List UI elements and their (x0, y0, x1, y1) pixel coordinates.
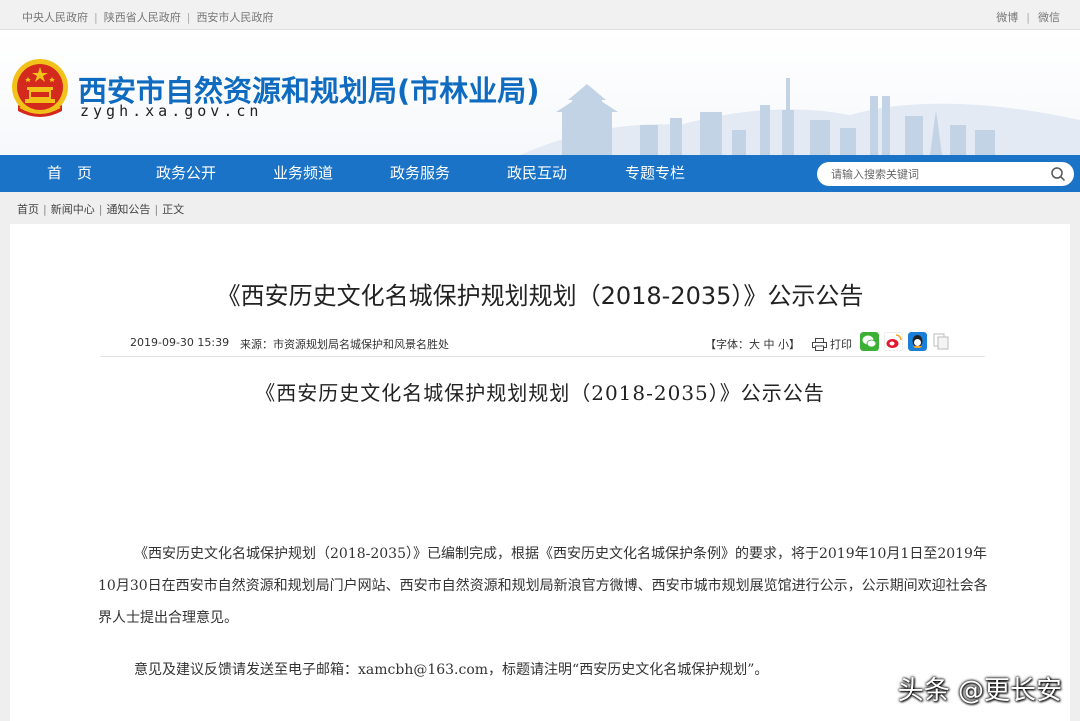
article-source: 来源：市资源规划局名城保护和风景名胜处 (240, 338, 449, 351)
nav-item-business[interactable]: 业务频道 (273, 155, 333, 192)
separator: | (43, 202, 47, 216)
separator: | (154, 202, 159, 216)
font-size-large-button[interactable]: 大 (749, 338, 760, 351)
nav-item-home[interactable]: 首 页 (47, 155, 92, 192)
weibo-share-icon[interactable] (884, 332, 903, 351)
article-paragraph: 意见及建议反馈请发送至电子邮箱：xamcbh@163.com，标题请注明“西安历… (134, 662, 769, 678)
printer-icon (812, 337, 827, 351)
breadcrumb-current: 正文 (162, 203, 185, 216)
nav-item-interaction[interactable]: 政民互动 (507, 155, 567, 192)
share-buttons (860, 332, 956, 351)
city-skyline-illustration (520, 78, 1080, 155)
nav-item-services[interactable]: 政务服务 (390, 155, 450, 192)
search-input[interactable] (831, 165, 1041, 183)
font-size-small-button[interactable]: 小 (778, 338, 789, 351)
separator: | (98, 202, 103, 216)
site-header: 西安市自然资源和规划局(市林业局) zygh.xa.gov.cn (0, 30, 1080, 155)
top-utility-bar: 中央人民政府 | 陕西省人民政府 | 西安市人民政府 微博 | 微信 (0, 0, 1080, 30)
article-meta: 2019-09-30 15:39 来源：市资源规划局名城保护和风景名胜处 【字体… (100, 327, 985, 357)
font-size-close: 】 (789, 338, 800, 351)
wechat-share-icon[interactable] (860, 332, 879, 351)
breadcrumb-notices[interactable]: 通知公告 (106, 201, 150, 217)
site-domain: zygh.xa.gov.cn (80, 102, 263, 120)
link-shaanxi-gov[interactable]: 陕西省人民政府 (104, 9, 181, 25)
link-xian-gov[interactable]: 西安市人民政府 (196, 9, 273, 25)
font-size-label: 【字体： (705, 338, 749, 351)
breadcrumb-home[interactable]: 首页 (17, 201, 39, 217)
national-emblem-icon[interactable] (10, 57, 70, 123)
social-links: 微博 | 微信 (996, 9, 1060, 25)
print-button[interactable]: 打印 (812, 336, 852, 352)
main-nav: 首 页 政务公开 业务频道 政务服务 政民互动 专题专栏 (0, 155, 1080, 192)
font-size-medium-button[interactable]: 中 (764, 338, 775, 351)
publish-date: 2019-09-30 15:39 (130, 336, 230, 349)
nav-item-topics[interactable]: 专题专栏 (625, 155, 685, 192)
qq-share-icon[interactable] (908, 332, 927, 351)
breadcrumb-news[interactable]: 新闻中心 (51, 201, 95, 217)
watermark: 头条 @更长安 (897, 676, 1062, 706)
separator: | (1026, 10, 1030, 24)
copy-link-icon[interactable] (932, 332, 951, 351)
nav-item-gov-affairs[interactable]: 政务公开 (156, 155, 216, 192)
link-weibo[interactable]: 微博 (996, 9, 1018, 25)
link-central-gov[interactable]: 中央人民政府 (22, 9, 88, 25)
font-size-switcher: 【字体：大 中 小】 (705, 336, 800, 352)
separator: | (186, 10, 191, 24)
print-label: 打印 (830, 338, 852, 351)
article-title: 《西安历史文化名城保护规划规划（2018-2035）》公示公告 (216, 282, 864, 310)
article-subtitle: 《西安历史文化名城保护规划规划（2018-2035）》公示公告 (255, 381, 825, 405)
separator: | (94, 10, 98, 24)
article-paragraph: 《西安历史文化名城保护规划（2018-2035）》已编制完成，根据《西安历史文化… (98, 546, 988, 626)
search-icon[interactable] (1050, 166, 1066, 182)
article-container: 《西安历史文化名城保护规划规划（2018-2035）》公示公告 2019-09-… (10, 224, 1070, 721)
breadcrumb: 首页 | 新闻中心 | 通知公告 | 正文 (17, 201, 184, 217)
gov-links: 中央人民政府 | 陕西省人民政府 | 西安市人民政府 (22, 9, 273, 25)
link-wechat[interactable]: 微信 (1038, 9, 1060, 25)
search-box (817, 162, 1074, 186)
